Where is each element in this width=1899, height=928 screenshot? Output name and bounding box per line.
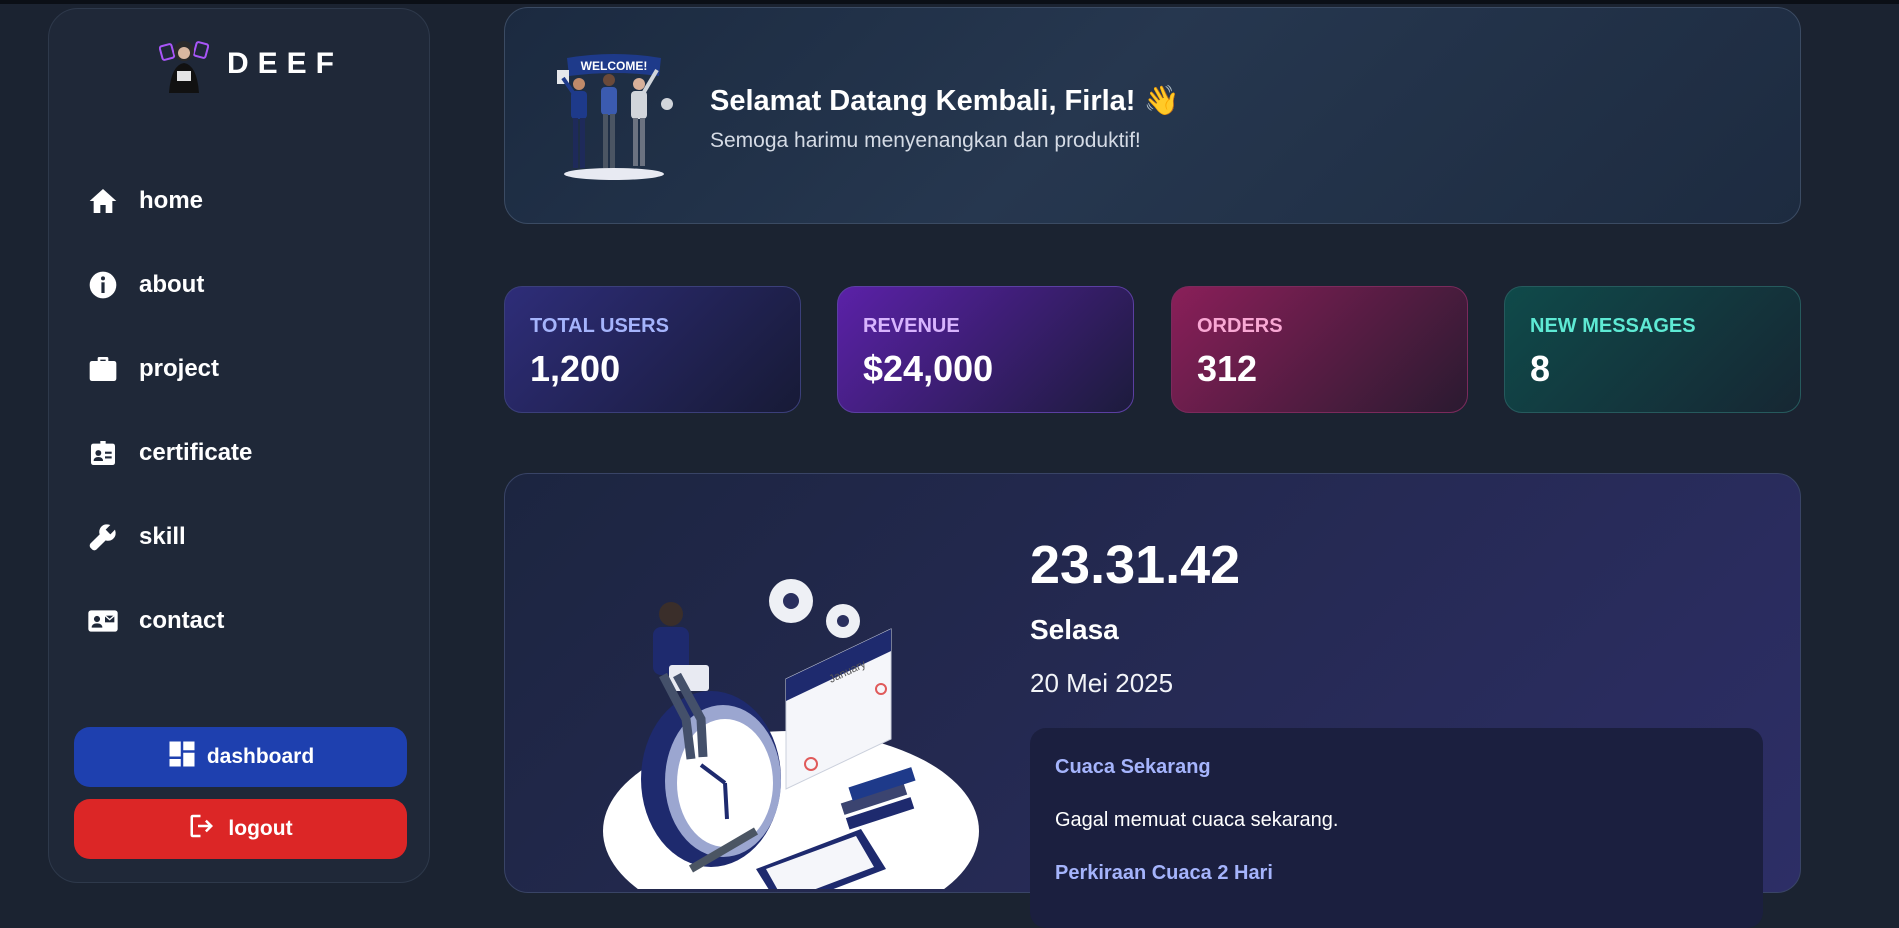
id-badge-icon xyxy=(85,435,121,471)
clock-date: 20 Mei 2025 xyxy=(1030,668,1174,698)
wrench-icon xyxy=(85,519,121,555)
stat-label: NEW MESSAGES xyxy=(1530,315,1696,337)
stat-value: 1,200 xyxy=(530,348,621,389)
logout-icon xyxy=(188,811,218,847)
sidebar-nav: home about project certificate skill con… xyxy=(85,159,252,663)
stat-card-orders: ORDERS 312 xyxy=(1171,286,1468,413)
contact-card-icon xyxy=(85,603,121,639)
sidebar-item-label: home xyxy=(139,187,204,214)
welcome-subtitle: Semoga harimu menyenangkan dan produktif… xyxy=(710,129,1141,152)
time-management-illustration: January xyxy=(603,579,979,889)
brand-name: DEEF xyxy=(227,47,344,80)
stat-label: TOTAL USERS xyxy=(530,315,669,337)
clock-weather-card: January 23.31.42 Selasa 20 Mei 2025 Cuac… xyxy=(504,473,1801,928)
brand[interactable]: DEEF xyxy=(158,35,344,93)
stat-value: 8 xyxy=(1530,348,1551,389)
clock-day: Selasa xyxy=(1030,614,1119,645)
sidebar-item-label: about xyxy=(139,271,205,298)
dashboard-icon xyxy=(167,739,197,775)
logout-button-label: logout xyxy=(228,817,293,840)
dashboard-button-label: dashboard xyxy=(206,745,315,768)
sidebar-item-label: contact xyxy=(139,607,225,634)
weather-title: Cuaca Sekarang xyxy=(1055,756,1211,778)
stat-value: 312 xyxy=(1197,348,1258,389)
sidebar-item-project[interactable]: project xyxy=(85,327,252,411)
weather-message: Gagal memuat cuaca sekarang. xyxy=(1055,809,1339,831)
weather-panel: Cuaca Sekarang Gagal memuat cuaca sekara… xyxy=(1030,728,1763,928)
welcome-card: WELCOME! Selamat Datang Kembali, Firla! … xyxy=(504,7,1801,224)
welcome-illustration: WELCOME! xyxy=(557,54,673,180)
logout-button[interactable]: logout xyxy=(74,799,407,859)
info-icon xyxy=(85,267,121,303)
clock-icon xyxy=(641,691,781,867)
gear-icon xyxy=(769,579,860,638)
stat-label: ORDERS xyxy=(1197,315,1283,337)
briefcase-icon xyxy=(85,351,121,387)
avatar xyxy=(158,35,210,93)
sidebar-item-label: skill xyxy=(139,523,186,550)
sidebar-item-home[interactable]: home xyxy=(85,159,252,243)
sidebar-item-contact[interactable]: contact xyxy=(85,579,252,663)
stat-value: $24,000 xyxy=(863,348,994,389)
welcome-banner-text: WELCOME! xyxy=(581,59,648,73)
sidebar-item-skill[interactable]: skill xyxy=(85,495,252,579)
home-icon xyxy=(85,183,121,219)
clock-time: 23.31.42 xyxy=(1030,535,1241,595)
dashboard-button[interactable]: dashboard xyxy=(74,727,407,787)
forecast-title: Perkiraan Cuaca 2 Hari xyxy=(1055,862,1273,884)
stat-card-revenue: REVENUE $24,000 xyxy=(837,286,1134,413)
sidebar-item-about[interactable]: about xyxy=(85,243,252,327)
sidebar-item-label: project xyxy=(139,355,220,382)
top-border xyxy=(0,0,1899,4)
stat-card-total-users: TOTAL USERS 1,200 xyxy=(504,286,801,413)
sidebar-item-certificate[interactable]: certificate xyxy=(85,411,252,495)
sidebar: DEEF home about project certificate skil… xyxy=(48,8,430,883)
stat-card-new-messages: NEW MESSAGES 8 xyxy=(1504,286,1801,413)
sidebar-item-label: certificate xyxy=(139,439,253,466)
welcome-title: Selamat Datang Kembali, Firla! 👋 xyxy=(710,85,1180,117)
stat-label: REVENUE xyxy=(863,315,960,337)
